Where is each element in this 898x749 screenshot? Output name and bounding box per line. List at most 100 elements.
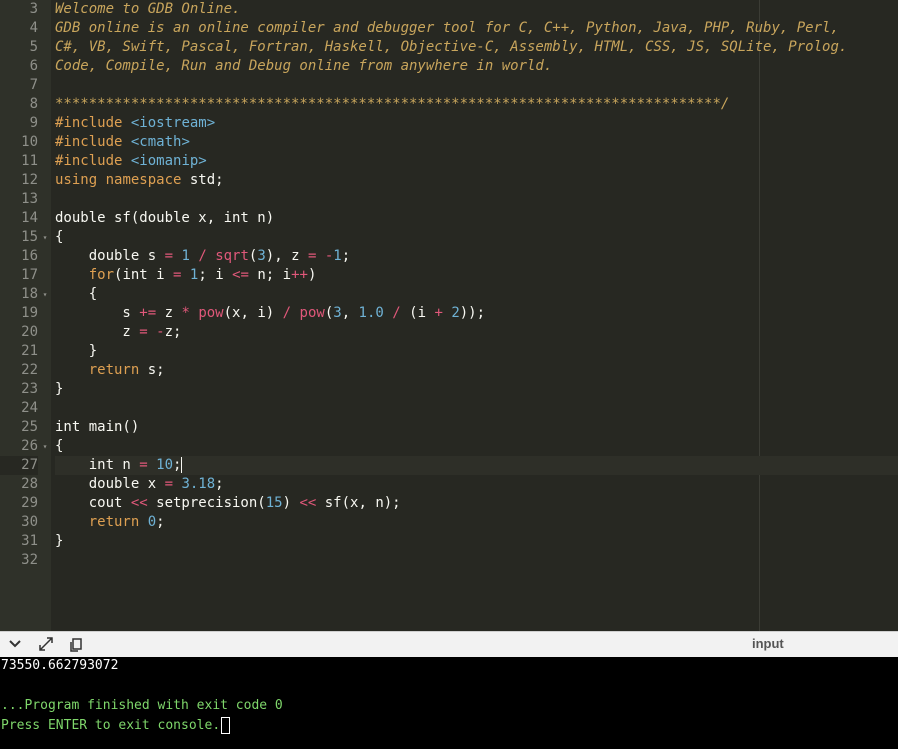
code-line[interactable]: 7: [0, 76, 898, 95]
code-token: Welcome to GDB Online.: [55, 1, 241, 17]
code-line[interactable]: 20 z = -z;: [0, 323, 898, 342]
code-line[interactable]: 9 #include <iostream>: [0, 114, 898, 133]
code-text[interactable]: }: [55, 342, 898, 361]
code-line[interactable]: 3 Welcome to GDB Online.: [0, 0, 898, 19]
code-line[interactable]: 15 ▾ {: [0, 228, 898, 247]
code-line[interactable]: 13: [0, 190, 898, 209]
line-number: 12: [21, 172, 38, 188]
code-text[interactable]: GDB online is an online compiler and deb…: [55, 19, 898, 38]
line-number: 11: [21, 153, 38, 169]
code-text[interactable]: }: [55, 532, 898, 551]
code-line[interactable]: 4 GDB online is an online compiler and de…: [0, 19, 898, 38]
code-text[interactable]: C#, VB, Swift, Pascal, Fortran, Haskell,…: [55, 38, 898, 57]
code-text[interactable]: int main(): [55, 418, 898, 437]
code-text[interactable]: int n = 10;: [55, 456, 898, 475]
code-text[interactable]: double s = 1 / sqrt(3), z = -1;: [55, 247, 898, 266]
code-line[interactable]: 29 cout << setprecision(15) << sf(x, n);: [0, 494, 898, 513]
code-text[interactable]: [55, 399, 898, 418]
code-line[interactable]: 28 double x = 3.18;: [0, 475, 898, 494]
code-line[interactable]: 19 s += z * pow(x, i) / pow(3, 1.0 / (i …: [0, 304, 898, 323]
code-line[interactable]: 23}: [0, 380, 898, 399]
fold-toggle-icon[interactable]: ▾: [40, 285, 50, 304]
code-token: ): [282, 495, 300, 511]
code-line[interactable]: 14 double sf(double x, int n): [0, 209, 898, 228]
code-text[interactable]: }: [55, 380, 898, 399]
code-line[interactable]: 16 double s = 1 / sqrt(3), z = -1;: [0, 247, 898, 266]
code-text[interactable]: #include <iomanip>: [55, 152, 898, 171]
code-text[interactable]: [55, 76, 898, 95]
code-text[interactable]: for(int i = 1; i <= n; i++): [55, 266, 898, 285]
code-token: s;: [139, 362, 165, 378]
code-line[interactable]: 22 return s;: [0, 361, 898, 380]
code-text[interactable]: return s;: [55, 361, 898, 380]
code-text[interactable]: {: [55, 228, 898, 247]
code-text[interactable]: return 0;: [55, 513, 898, 532]
code-text[interactable]: cout << setprecision(15) << sf(x, n);: [55, 494, 898, 513]
code-line[interactable]: 24: [0, 399, 898, 418]
code-token: #include: [55, 153, 123, 169]
code-line[interactable]: 11 #include <iomanip>: [0, 152, 898, 171]
code-line[interactable]: 25 int main(): [0, 418, 898, 437]
code-line[interactable]: 27 int n = 10;: [0, 456, 898, 475]
code-line[interactable]: 31}: [0, 532, 898, 551]
code-token: ): [307, 267, 317, 283]
code-token: pow: [198, 305, 224, 321]
code-text[interactable]: #include <iostream>: [55, 114, 898, 133]
code-token: ;: [173, 457, 182, 473]
code-text[interactable]: Welcome to GDB Online.: [55, 0, 898, 19]
code-token: 2: [451, 305, 460, 321]
code-token: cout: [55, 495, 131, 511]
code-text[interactable]: {: [55, 437, 898, 456]
chevron-down-icon[interactable]: [6, 636, 24, 654]
code-text[interactable]: [55, 551, 898, 570]
code-text[interactable]: {: [55, 285, 898, 304]
code-line[interactable]: 17 for(int i = 1; i <= n; i++): [0, 266, 898, 285]
code-line[interactable]: 6 Code, Compile, Run and Debug online fro…: [0, 57, 898, 76]
code-text[interactable]: s += z * pow(x, i) / pow(3, 1.0 / (i + 2…: [55, 304, 898, 323]
program-output: 73550.662793072: [1, 658, 119, 673]
code-token: 3: [257, 248, 266, 264]
code-line[interactable]: 5 C#, VB, Swift, Pascal, Fortran, Haskell…: [0, 38, 898, 57]
code-text[interactable]: double x = 3.18;: [55, 475, 898, 494]
code-token: =: [164, 248, 174, 264]
code-token: double s: [55, 248, 165, 264]
code-token: <<: [130, 495, 148, 511]
code-token: 1.0: [358, 305, 384, 321]
exit-prompt: Press ENTER to exit console.: [1, 717, 231, 735]
code-text[interactable]: ****************************************…: [55, 95, 898, 114]
code-text[interactable]: Code, Compile, Run and Debug online from…: [55, 57, 898, 76]
input-tab-label[interactable]: input: [752, 636, 784, 651]
code-line[interactable]: 10 #include <cmath>: [0, 133, 898, 152]
code-line[interactable]: 30 return 0;: [0, 513, 898, 532]
code-token: ,: [341, 305, 359, 321]
code-line[interactable]: 26 ▾ {: [0, 437, 898, 456]
code-token: int n: [55, 457, 140, 473]
code-line[interactable]: 21 }: [0, 342, 898, 361]
code-text[interactable]: [55, 190, 898, 209]
code-text[interactable]: z = -z;: [55, 323, 898, 342]
code-line[interactable]: 12 using namespace std;: [0, 171, 898, 190]
code-line[interactable]: 8 ***************************************…: [0, 95, 898, 114]
code-text[interactable]: #include <cmath>: [55, 133, 898, 152]
copy-icon[interactable]: [67, 636, 85, 654]
line-number: 26: [21, 438, 38, 454]
code-line[interactable]: 18 ▾ {: [0, 285, 898, 304]
code-token: =: [139, 457, 148, 473]
code-token: using: [55, 172, 98, 188]
code-text[interactable]: using namespace std;: [55, 171, 898, 190]
code-editor[interactable]: 3 Welcome to GDB Online. 4 GDB online is an…: [0, 0, 898, 631]
code-token: 1: [181, 248, 190, 264]
code-line[interactable]: 32: [0, 551, 898, 570]
fold-toggle-icon[interactable]: ▾: [40, 437, 50, 456]
code-text[interactable]: double sf(double x, int n): [55, 209, 898, 228]
fold-toggle-icon[interactable]: ▾: [40, 228, 50, 247]
expand-icon[interactable]: [37, 636, 55, 654]
exit-status-text: ...Program finished with exit code 0: [1, 698, 283, 713]
code-token: z: [156, 305, 182, 321]
line-number: 30: [21, 514, 38, 530]
console-output[interactable]: 73550.662793072 ...Program finished with…: [0, 657, 898, 749]
